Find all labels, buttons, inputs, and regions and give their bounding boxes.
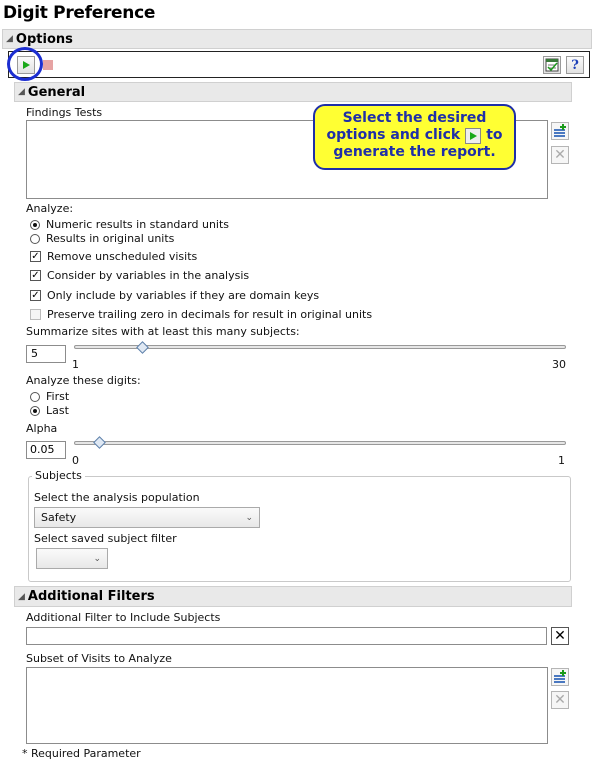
run-button[interactable] — [17, 56, 35, 74]
callout-line-3: generate the report. — [333, 144, 496, 160]
analyze-label: Analyze: — [26, 202, 74, 215]
alpha-max-label: 1 — [558, 454, 565, 467]
report-settings-icon — [545, 58, 559, 72]
visits-list[interactable] — [26, 667, 548, 744]
report-settings-button[interactable] — [543, 56, 561, 74]
required-note: * Required Parameter — [22, 747, 141, 760]
options-header-label: Options — [15, 31, 73, 47]
collapse-triangle-icon[interactable]: ◢ — [18, 592, 25, 602]
chevron-down-icon: ⌄ — [245, 512, 253, 523]
analyze-option-standard[interactable]: Numeric results in standard units — [30, 218, 229, 231]
findings-tests-label: Findings Tests — [26, 106, 103, 119]
callout-line-2: options and click to — [326, 127, 503, 144]
saved-filter-select[interactable]: ⌄ — [36, 548, 108, 569]
general-header-label: General — [27, 84, 86, 100]
alpha-slider-thumb[interactable] — [93, 436, 106, 449]
population-select[interactable]: Safety ⌄ — [34, 507, 260, 528]
chevron-down-icon: ⌄ — [93, 553, 101, 564]
saved-filter-label: Select saved subject filter — [34, 532, 177, 545]
sites-input[interactable]: 5 — [26, 345, 66, 363]
alpha-input[interactable]: 0.05 — [26, 441, 66, 459]
stop-icon — [43, 60, 53, 70]
play-icon — [23, 61, 30, 69]
additional-filter-label: Additional Filter to Include Subjects — [26, 611, 221, 624]
general-section-header[interactable]: ◢ General — [14, 82, 572, 102]
help-icon: ? — [571, 57, 579, 73]
stop-button[interactable] — [39, 56, 57, 74]
sites-max-label: 30 — [552, 358, 566, 371]
remove-visits-button[interactable]: ✕ — [551, 691, 569, 709]
digits-label: Analyze these digits: — [26, 374, 141, 387]
sites-min-label: 1 — [72, 358, 79, 371]
alpha-slider-track[interactable] — [74, 441, 566, 445]
sites-label: Summarize sites with at least this many … — [26, 325, 300, 338]
preserve-zero-checkbox[interactable]: Preserve trailing zero in decimals for r… — [30, 308, 372, 321]
remove-findings-button[interactable]: ✕ — [551, 146, 569, 164]
checkbox-checked[interactable]: ✓ — [30, 251, 41, 262]
collapse-triangle-icon[interactable]: ◢ — [18, 87, 25, 97]
domain-keys-checkbox[interactable]: ✓ Only include by variables if they are … — [30, 289, 319, 302]
options-toolbar — [8, 51, 590, 78]
add-visits-button[interactable] — [551, 668, 569, 686]
callout-line-1: Select the desired — [342, 110, 487, 126]
options-section-header[interactable]: ◢ Options — [2, 29, 592, 49]
sites-slider-thumb[interactable] — [136, 341, 149, 354]
radio-unselected[interactable] — [30, 233, 40, 244]
population-label: Select the analysis population — [34, 491, 200, 504]
help-button[interactable]: ? — [566, 56, 584, 74]
page-title: Digit Preference — [3, 3, 156, 23]
instruction-callout: Select the desired options and click to … — [313, 104, 516, 170]
callout-play-icon — [465, 127, 482, 144]
remove-unscheduled-checkbox[interactable]: ✓ Remove unscheduled visits — [30, 250, 197, 263]
additional-filter-input[interactable] — [26, 627, 547, 645]
add-list-icon — [554, 670, 566, 683]
collapse-triangle-icon[interactable]: ◢ — [6, 34, 13, 44]
analyze-option-original[interactable]: Results in original units — [30, 232, 174, 245]
checkbox-checked[interactable]: ✓ — [30, 290, 41, 301]
add-list-icon — [554, 124, 566, 137]
digit-option-first[interactable]: First — [30, 390, 69, 403]
checkbox-checked[interactable]: ✓ — [30, 270, 41, 281]
additional-filters-label: Additional Filters — [27, 589, 155, 604]
remove-x-icon: ✕ — [554, 147, 566, 163]
additional-filters-section-header[interactable]: ◢ Additional Filters — [14, 586, 572, 607]
add-findings-button[interactable] — [551, 122, 569, 140]
radio-selected[interactable] — [30, 405, 40, 416]
alpha-min-label: 0 — [72, 454, 79, 467]
alpha-label: Alpha — [26, 422, 58, 435]
clear-filter-button[interactable]: ✕ — [551, 627, 569, 645]
radio-unselected[interactable] — [30, 391, 40, 402]
subjects-legend: Subjects — [32, 469, 85, 482]
radio-selected[interactable] — [30, 219, 40, 230]
remove-x-icon: ✕ — [554, 692, 566, 708]
digit-option-last[interactable]: Last — [30, 404, 69, 417]
checkbox-disabled[interactable] — [30, 309, 41, 320]
consider-by-variables-checkbox[interactable]: ✓ Consider by variables in the analysis — [30, 269, 249, 282]
clear-x-icon: ✕ — [554, 628, 566, 644]
visits-label: Subset of Visits to Analyze — [26, 652, 172, 665]
